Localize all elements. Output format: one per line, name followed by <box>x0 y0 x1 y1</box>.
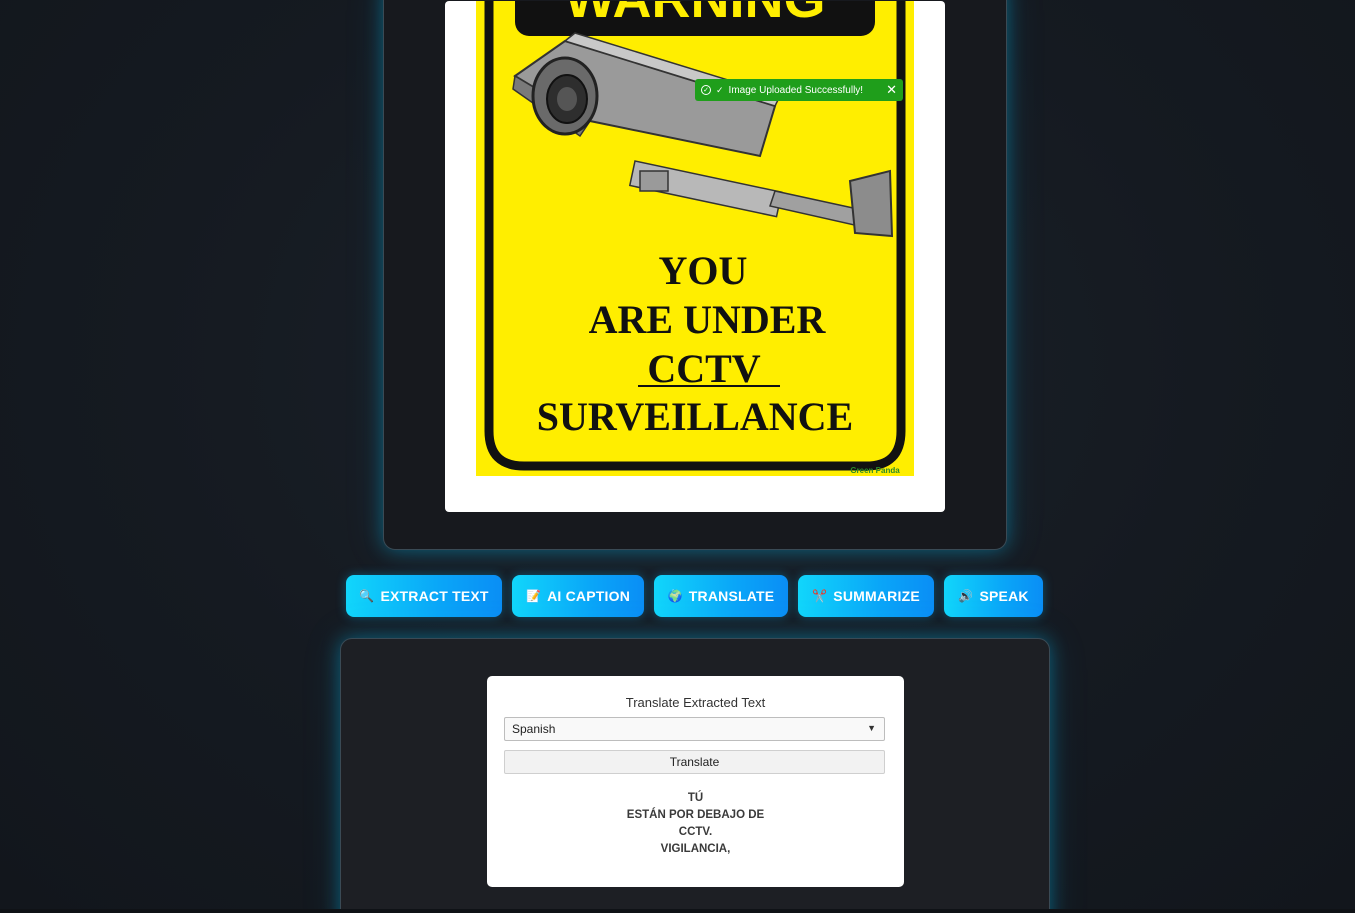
speaker-icon: 🔊 <box>958 589 974 603</box>
translate-submit-button[interactable]: Translate <box>504 750 885 774</box>
bottom-divider <box>0 909 1355 913</box>
speak-label: SPEAK <box>979 588 1029 604</box>
summarize-button[interactable]: ✂️ SUMMARIZE <box>798 575 934 617</box>
translation-line: ESTÁN POR DEBAJO DE <box>626 809 765 821</box>
translation-output: TÚ ESTÁN POR DEBAJO DE CCTV. VIGILANCIA, <box>487 790 904 858</box>
sign-header: WARNING <box>565 1 826 29</box>
language-select[interactable]: Spanish ▼ <box>504 717 885 741</box>
magnifier-icon: 🔍 <box>359 589 375 603</box>
uploaded-image: WARNING YOU ARE UNDER CCTV <box>445 1 945 512</box>
page: WARNING YOU ARE UNDER CCTV <box>0 0 1355 913</box>
check-icon: ✓ <box>716 84 724 95</box>
sign-line-1: YOU <box>659 248 748 293</box>
translation-line: CCTV. <box>678 826 713 838</box>
language-select-value: Spanish <box>512 722 556 736</box>
memo-icon: 📝 <box>525 589 542 603</box>
toast-message: Image Uploaded Successfully! <box>728 84 864 96</box>
summarize-label: SUMMARIZE <box>833 588 920 604</box>
extract-text-label: EXTRACT TEXT <box>380 588 489 604</box>
sign-line-2: ARE UNDER <box>589 297 827 342</box>
ai-caption-button[interactable]: 📝 AI CAPTION <box>512 575 644 617</box>
dropdown-caret-icon: ▼ <box>867 723 876 733</box>
translate-button[interactable]: 🌍 TRANSLATE <box>654 575 788 617</box>
translate-panel: Translate Extracted Text Spanish ▼ Trans… <box>487 676 904 887</box>
extract-text-button[interactable]: 🔍 EXTRACT TEXT <box>346 575 502 617</box>
ai-caption-label: AI CAPTION <box>547 588 631 604</box>
sign-watermark: Green Panda <box>850 466 900 475</box>
globe-icon: 🌍 <box>667 589 683 603</box>
translate-label: TRANSLATE <box>688 588 775 604</box>
sign-line-4: SURVEILLANCE <box>537 394 853 439</box>
translate-title: Translate Extracted Text <box>625 695 766 710</box>
close-icon[interactable]: ✕ <box>886 82 897 98</box>
speak-button[interactable]: 🔊 SPEAK <box>944 575 1043 617</box>
scissors-icon: ✂️ <box>812 589 828 603</box>
sign-line-3: CCTV <box>647 346 760 391</box>
success-circle-icon: ✓ <box>701 85 711 95</box>
result-card: Translate Extracted Text Spanish ▼ Trans… <box>340 638 1050 913</box>
upload-success-toast: ✓ ✓ Image Uploaded Successfully! ✕ <box>695 79 903 101</box>
translation-line: TÚ <box>687 792 704 804</box>
translation-line: VIGILANCIA, <box>660 843 731 855</box>
warning-sign-image: WARNING YOU ARE UNDER CCTV <box>476 1 914 476</box>
